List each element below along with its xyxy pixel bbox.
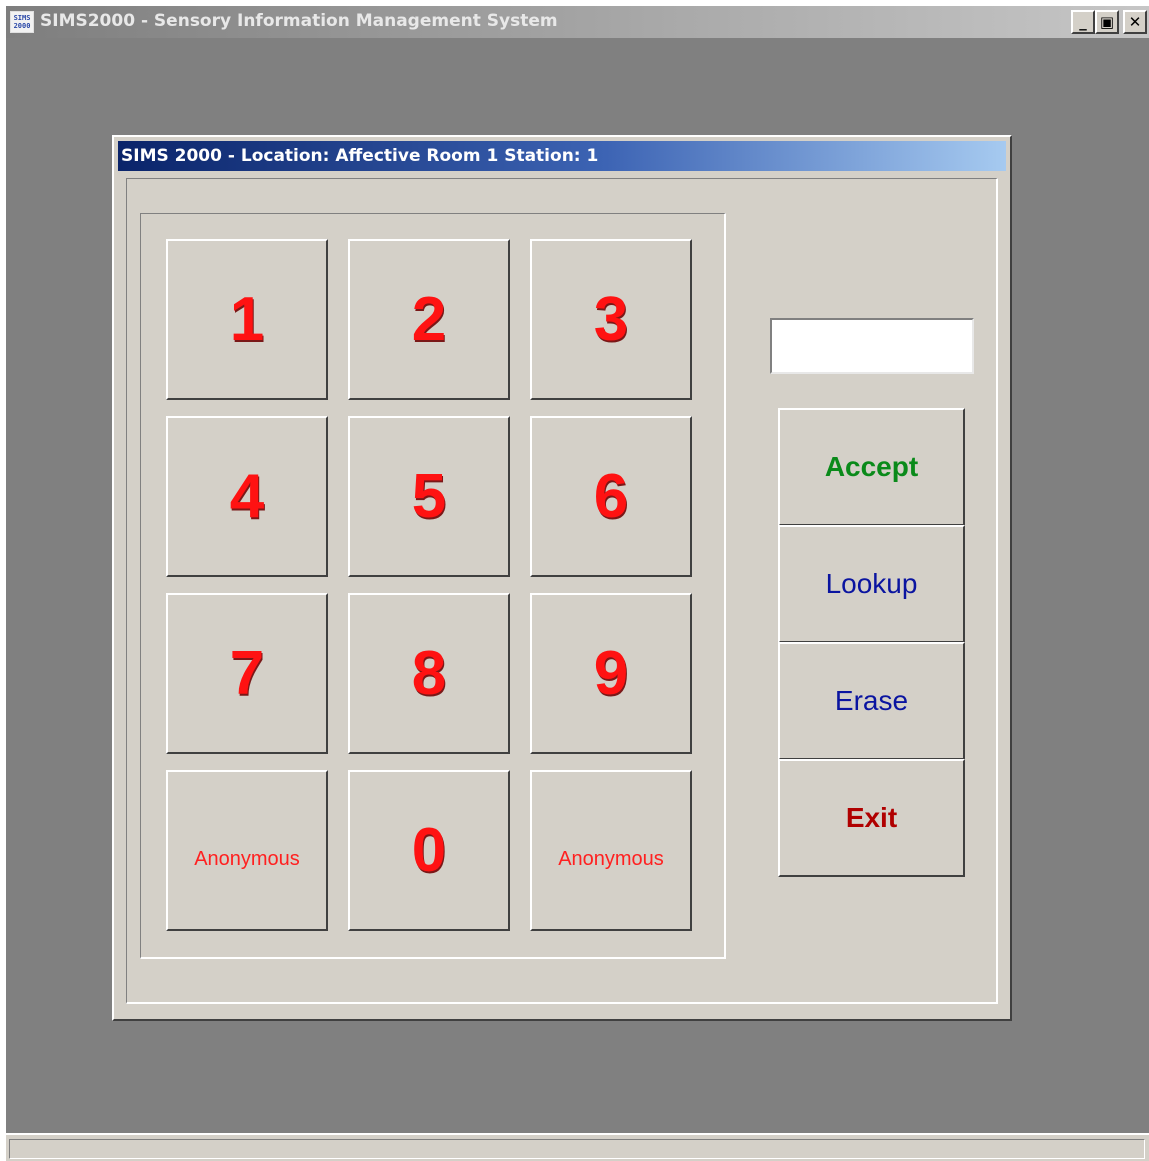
key-7[interactable]: 7	[166, 593, 328, 754]
key-4[interactable]: 4	[166, 416, 328, 577]
erase-button[interactable]: Erase	[778, 642, 965, 760]
close-button[interactable]: ✕	[1123, 10, 1147, 34]
anonymous-key-left[interactable]: Anonymous	[166, 770, 328, 931]
key-5[interactable]: 5	[348, 416, 510, 577]
minimize-button[interactable]: _	[1071, 10, 1095, 34]
dialog-title: SIMS 2000 - Location: Affective Room 1 S…	[121, 146, 599, 166]
key-3[interactable]: 3	[530, 239, 692, 400]
dialog-titlebar[interactable]: SIMS 2000 - Location: Affective Room 1 S…	[118, 141, 1006, 171]
key-label: 8	[411, 639, 447, 708]
restore-button[interactable]: ▣	[1095, 10, 1119, 34]
key-label: Anonymous	[194, 848, 300, 870]
key-label: 4	[229, 462, 265, 531]
key-0[interactable]: 0	[348, 770, 510, 931]
exit-label: Exit	[845, 802, 898, 833]
key-label: 3	[593, 285, 629, 354]
anonymous-key-right[interactable]: Anonymous	[530, 770, 692, 931]
id-entry-field[interactable]	[770, 318, 974, 374]
key-label: 7	[229, 639, 265, 708]
key-label: 9	[593, 639, 629, 708]
key-label: 0	[411, 816, 447, 885]
accept-button[interactable]: Accept	[778, 408, 965, 526]
app-title: SIMS2000 - Sensory Information Managemen…	[40, 11, 558, 31]
key-label: 1	[229, 285, 265, 354]
erase-label: Erase	[834, 685, 909, 716]
key-label: 2	[411, 285, 447, 354]
status-bar-panel	[9, 1139, 1145, 1159]
key-label: 5	[411, 462, 447, 531]
accept-label: Accept	[824, 451, 919, 482]
status-bar	[6, 1133, 1149, 1161]
key-label: Anonymous	[558, 848, 664, 870]
key-8[interactable]: 8	[348, 593, 510, 754]
lookup-button[interactable]: Lookup	[778, 525, 965, 643]
key-9[interactable]: 9	[530, 593, 692, 754]
app-titlebar[interactable]: SIMS 2000 SIMS2000 - Sensory Information…	[6, 6, 1149, 38]
key-6[interactable]: 6	[530, 416, 692, 577]
key-label: 6	[593, 462, 629, 531]
key-2[interactable]: 2	[348, 239, 510, 400]
exit-button[interactable]: Exit	[778, 759, 965, 877]
app-logo-icon: SIMS 2000	[10, 11, 34, 33]
lookup-label: Lookup	[825, 568, 918, 599]
login-dialog: SIMS 2000 - Location: Affective Room 1 S…	[112, 135, 1012, 1021]
key-1[interactable]: 1	[166, 239, 328, 400]
